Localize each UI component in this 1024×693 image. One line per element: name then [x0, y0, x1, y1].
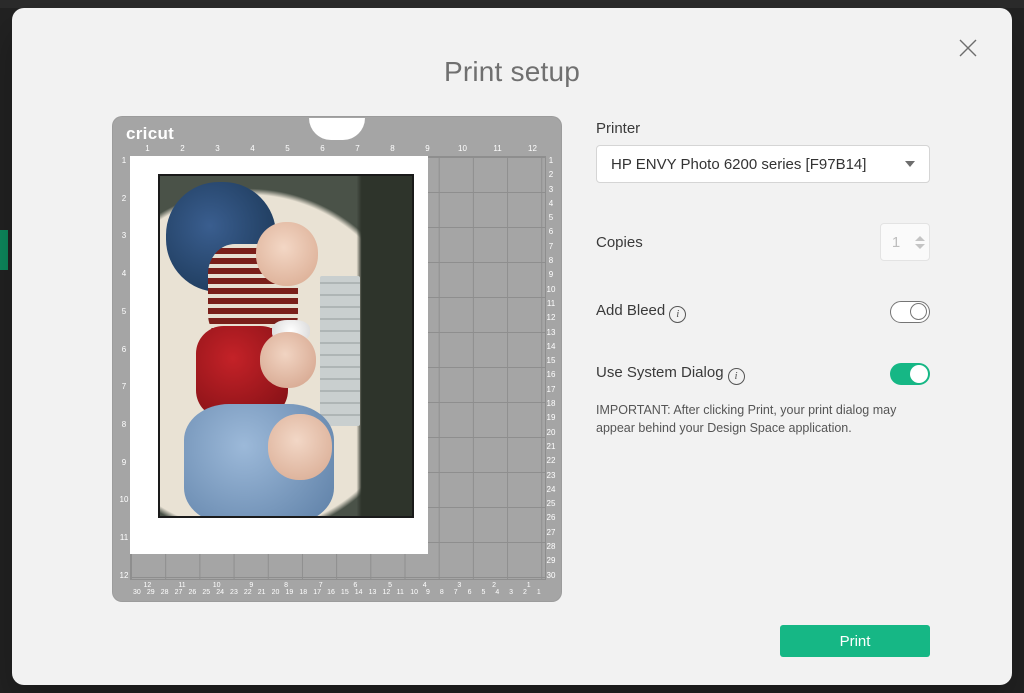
photo-placeholder: [160, 176, 412, 516]
copies-label: Copies: [596, 234, 643, 251]
ruler-right: 1234567891011121314151617181920212223242…: [544, 156, 558, 580]
system-dialog-toggle[interactable]: [890, 363, 930, 385]
toggle-knob: [910, 303, 927, 320]
info-icon[interactable]: i: [728, 368, 745, 385]
printer-select[interactable]: HP ENVY Photo 6200 series [F97B14]: [596, 145, 930, 183]
print-options-panel: Printer HP ENVY Photo 6200 series [F97B1…: [596, 116, 930, 602]
print-button[interactable]: Print: [780, 625, 930, 657]
info-icon[interactable]: i: [669, 306, 686, 323]
chevron-down-icon: [905, 161, 915, 167]
printer-select-value: HP ENVY Photo 6200 series [F97B14]: [611, 156, 866, 173]
close-button[interactable]: [956, 36, 980, 60]
print-sheet: [130, 156, 428, 554]
app-topbar: [0, 0, 1024, 8]
modal-title: Print setup: [12, 56, 1012, 88]
copies-value: 1: [881, 234, 911, 251]
mat-preview: cricut 123456789101112 123456789101112 1…: [112, 116, 562, 602]
stepper-up-icon[interactable]: [915, 236, 925, 241]
copies-stepper[interactable]: 1: [880, 223, 930, 261]
close-icon: [956, 47, 980, 64]
mat-hanger-notch: [309, 118, 365, 140]
add-bleed-label-text: Add Bleed: [596, 302, 665, 319]
add-bleed-label: Add Bleedi: [596, 302, 686, 323]
background-accent: [0, 230, 8, 270]
system-dialog-label-text: Use System Dialog: [596, 364, 724, 381]
photo-frame: [158, 174, 414, 518]
photo-fg-shape: [268, 414, 332, 480]
system-dialog-label: Use System Dialogi: [596, 364, 745, 385]
stepper-down-icon[interactable]: [915, 244, 925, 249]
toggle-knob: [910, 365, 928, 383]
system-dialog-note: IMPORTANT: After clicking Print, your pr…: [596, 401, 926, 437]
ruler-left: 123456789101112: [118, 156, 130, 580]
photo-fg-shape: [256, 222, 318, 286]
printer-label: Printer: [596, 120, 930, 137]
add-bleed-toggle[interactable]: [890, 301, 930, 323]
mat-brand-label: cricut: [126, 124, 174, 144]
photo-fg-shape: [260, 332, 316, 388]
photo-bg-shutter: [320, 276, 360, 426]
ruler-top: 123456789101112: [130, 144, 550, 153]
print-setup-modal: Print setup cricut 123456789101112 12345…: [12, 8, 1012, 685]
ruler-bottom: 121110987654321 302928272625242322212019…: [130, 582, 546, 596]
